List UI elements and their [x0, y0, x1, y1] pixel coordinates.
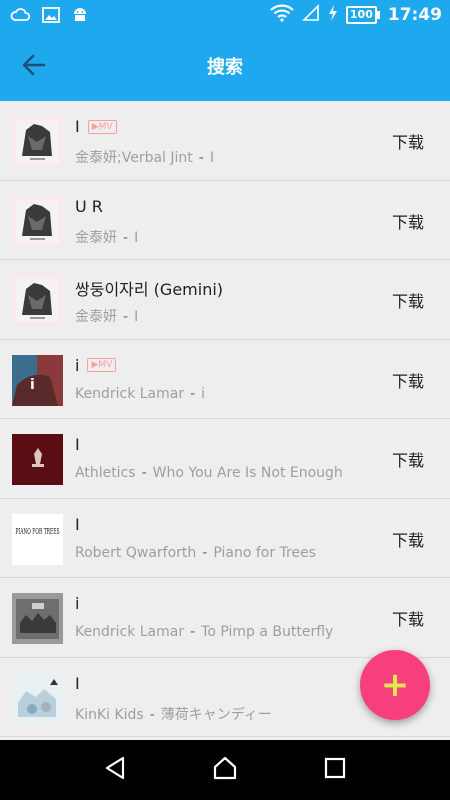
album-name: To Pimp a Butterfly	[201, 624, 334, 640]
album-cover: PIANO FOR TREES	[12, 513, 63, 565]
download-button[interactable]: 下载	[392, 209, 424, 233]
song-title: U R	[75, 197, 103, 216]
song-row[interactable]: U R 金泰妍 - I 下载	[0, 181, 450, 260]
song-row[interactable]: i i ▶MV Kendrick Lamar - i 下载	[0, 340, 450, 419]
search-results-list[interactable]: I ▶MV 金泰妍;Verbal Jint - I 下载 U R 金泰妍 - I 下载 …	[0, 101, 450, 740]
song-title: I	[75, 674, 80, 693]
album-name: Who You Are Is Not Enough	[152, 465, 343, 481]
app-bar: 搜索	[0, 31, 450, 101]
clock: 17:49	[387, 5, 442, 25]
plus-icon: +	[380, 665, 410, 705]
artist-name: Athletics	[75, 465, 136, 481]
separator: -	[190, 385, 196, 402]
album-cover	[12, 434, 63, 485]
android-icon	[72, 6, 88, 28]
battery-indicator: 100	[345, 6, 380, 24]
notification-icons	[10, 6, 88, 28]
song-subtitle: KinKi Kids - 薄荷キャンディー	[75, 704, 272, 724]
status-bar: 100 17:49	[0, 0, 450, 31]
album-cover: i	[12, 354, 63, 406]
song-title-text: i	[75, 594, 80, 613]
artist-name: Kendrick Lamar	[75, 385, 185, 402]
separator: -	[190, 624, 196, 640]
download-button[interactable]: 下载	[392, 288, 424, 312]
system-indicators: 100 17:49	[270, 4, 442, 26]
song-subtitle: Athletics - Who You Are Is Not Enough	[75, 465, 343, 481]
download-button[interactable]: 下载	[392, 527, 424, 551]
album-name: i	[201, 385, 206, 402]
charging-icon	[328, 4, 338, 26]
song-subtitle: 金泰妍 - I	[75, 306, 138, 326]
separator: -	[149, 706, 155, 723]
artist-name: KinKi Kids	[75, 706, 144, 723]
mv-badge[interactable]: ▶MV	[87, 119, 117, 134]
add-fab-button[interactable]: +	[360, 650, 430, 720]
signal-icon	[301, 4, 320, 26]
song-subtitle: Robert Qwarforth - Piano for Trees	[75, 545, 316, 561]
song-row[interactable]: 쌍둥이자리 (Gemini) 金泰妍 - I 下载	[0, 260, 450, 340]
system-nav-bar	[0, 740, 450, 800]
song-subtitle: Kendrick Lamar - i	[75, 386, 205, 402]
artist-name: 金泰妍	[75, 229, 117, 246]
page-title: 搜索	[207, 57, 243, 78]
song-row[interactable]: i Kendrick Lamar - To Pimp a Butterfly 下载	[0, 578, 450, 658]
download-button[interactable]: 下载	[392, 447, 424, 471]
artist-name: Kendrick Lamar	[75, 624, 185, 640]
song-title-text: U R	[75, 196, 103, 216]
song-row[interactable]: PIANO FOR TREES I Robert Qwarforth - Piano…	[0, 499, 450, 578]
mv-badge[interactable]: ▶MV	[87, 358, 117, 372]
battery-level: 100	[345, 6, 377, 24]
album-name: I	[209, 150, 214, 166]
download-button[interactable]: 下载	[392, 606, 424, 630]
battery-tip	[376, 11, 380, 19]
song-title-text: I	[75, 435, 80, 454]
song-title: I ▶MV	[75, 117, 117, 136]
song-title: i	[75, 594, 79, 613]
artist-name: Robert Qwarforth	[75, 544, 197, 561]
song-title-text: I	[75, 514, 80, 534]
song-title: I	[75, 435, 80, 454]
recents-icon	[324, 757, 346, 783]
song-row[interactable]: I ▶MV 金泰妍;Verbal Jint - I 下载	[0, 101, 450, 181]
piano-cover-lettering: PIANO FOR TREES	[16, 527, 60, 536]
album-name: Piano for Trees	[213, 544, 316, 561]
download-button[interactable]: 下载	[392, 129, 424, 153]
album-cover	[12, 593, 63, 644]
album-cover	[12, 275, 63, 326]
song-title-text: i	[75, 355, 80, 375]
song-subtitle: Kendrick Lamar - To Pimp a Butterfly	[75, 624, 333, 640]
song-title-text: I	[75, 117, 80, 136]
album-name: I	[134, 309, 139, 325]
nav-home-button[interactable]	[205, 750, 245, 790]
home-icon	[212, 755, 238, 785]
separator: -	[202, 544, 208, 561]
album-name: I	[134, 229, 139, 246]
song-title: i ▶MV	[75, 355, 117, 375]
song-title-text: I	[75, 673, 80, 693]
artist-name: 金泰妍	[75, 309, 117, 325]
nav-back-button[interactable]	[95, 750, 135, 790]
album-cover	[12, 116, 63, 167]
song-row[interactable]: I Athletics - Who You Are Is Not Enough 下载	[0, 419, 450, 499]
download-button[interactable]: 下载	[392, 368, 424, 392]
album-cover	[12, 195, 63, 247]
artist-name: 金泰妍;Verbal Jint	[75, 150, 193, 166]
album-name: 薄荷キャンディー	[160, 706, 272, 723]
separator: -	[141, 465, 147, 481]
wifi-icon	[270, 4, 294, 26]
separator: -	[198, 150, 204, 166]
image-icon	[42, 7, 60, 27]
cloud-icon	[10, 7, 31, 27]
separator: -	[123, 309, 129, 325]
song-title-text: 쌍둥이자리 (Gemini)	[75, 280, 224, 299]
svg-text:i: i	[30, 377, 35, 393]
album-cover	[12, 672, 63, 724]
song-subtitle: 金泰妍;Verbal Jint - I	[75, 147, 214, 167]
back-triangle-icon	[103, 755, 127, 785]
song-title: 쌍둥이자리 (Gemini)	[75, 276, 223, 300]
song-subtitle: 金泰妍 - I	[75, 227, 138, 247]
song-title: I	[75, 515, 80, 534]
nav-recents-button[interactable]	[315, 750, 355, 790]
separator: -	[123, 229, 129, 246]
